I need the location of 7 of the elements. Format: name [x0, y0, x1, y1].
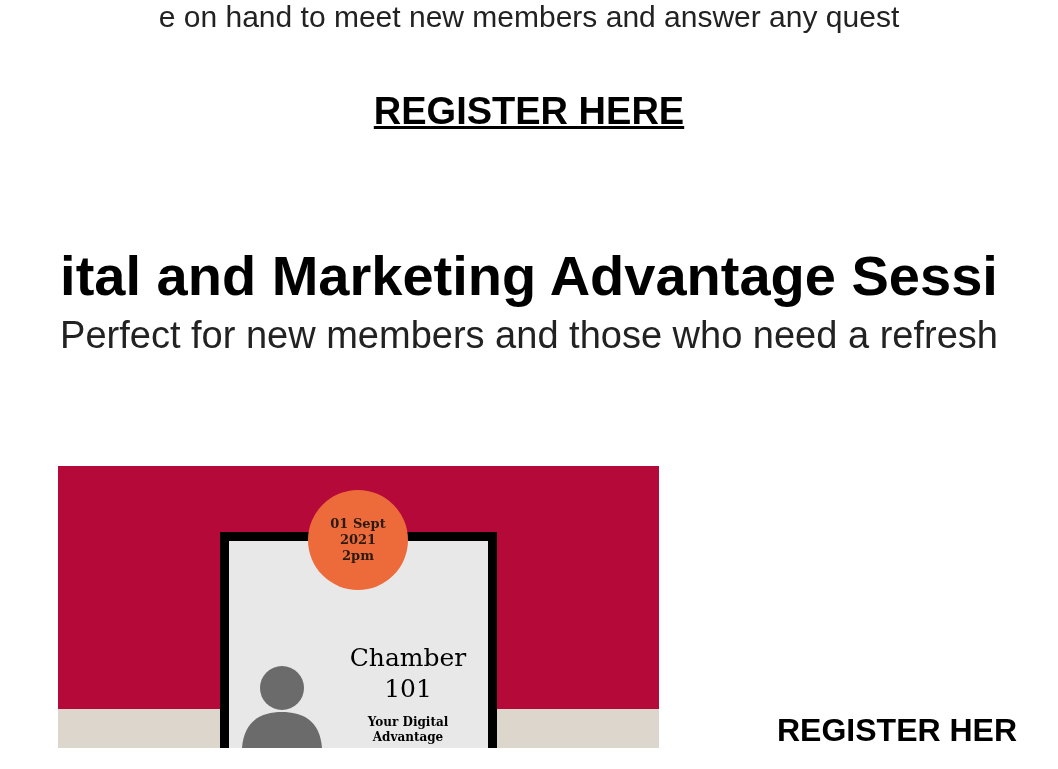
intro-text: e on hand to meet new members and answer any quest [158, 0, 900, 34]
section-subtitle: Perfect for new members and those who need a refresh [60, 316, 998, 354]
register-link[interactable]: REGISTER HERE [373, 92, 685, 130]
event-date: 01 Sept 2021 2pm [330, 516, 386, 564]
poster-title: Chamber 101 [348, 642, 468, 704]
register-link[interactable]: REGISTER HER [777, 714, 1018, 746]
poster-tagline: Your Digital Advantage [366, 715, 450, 745]
